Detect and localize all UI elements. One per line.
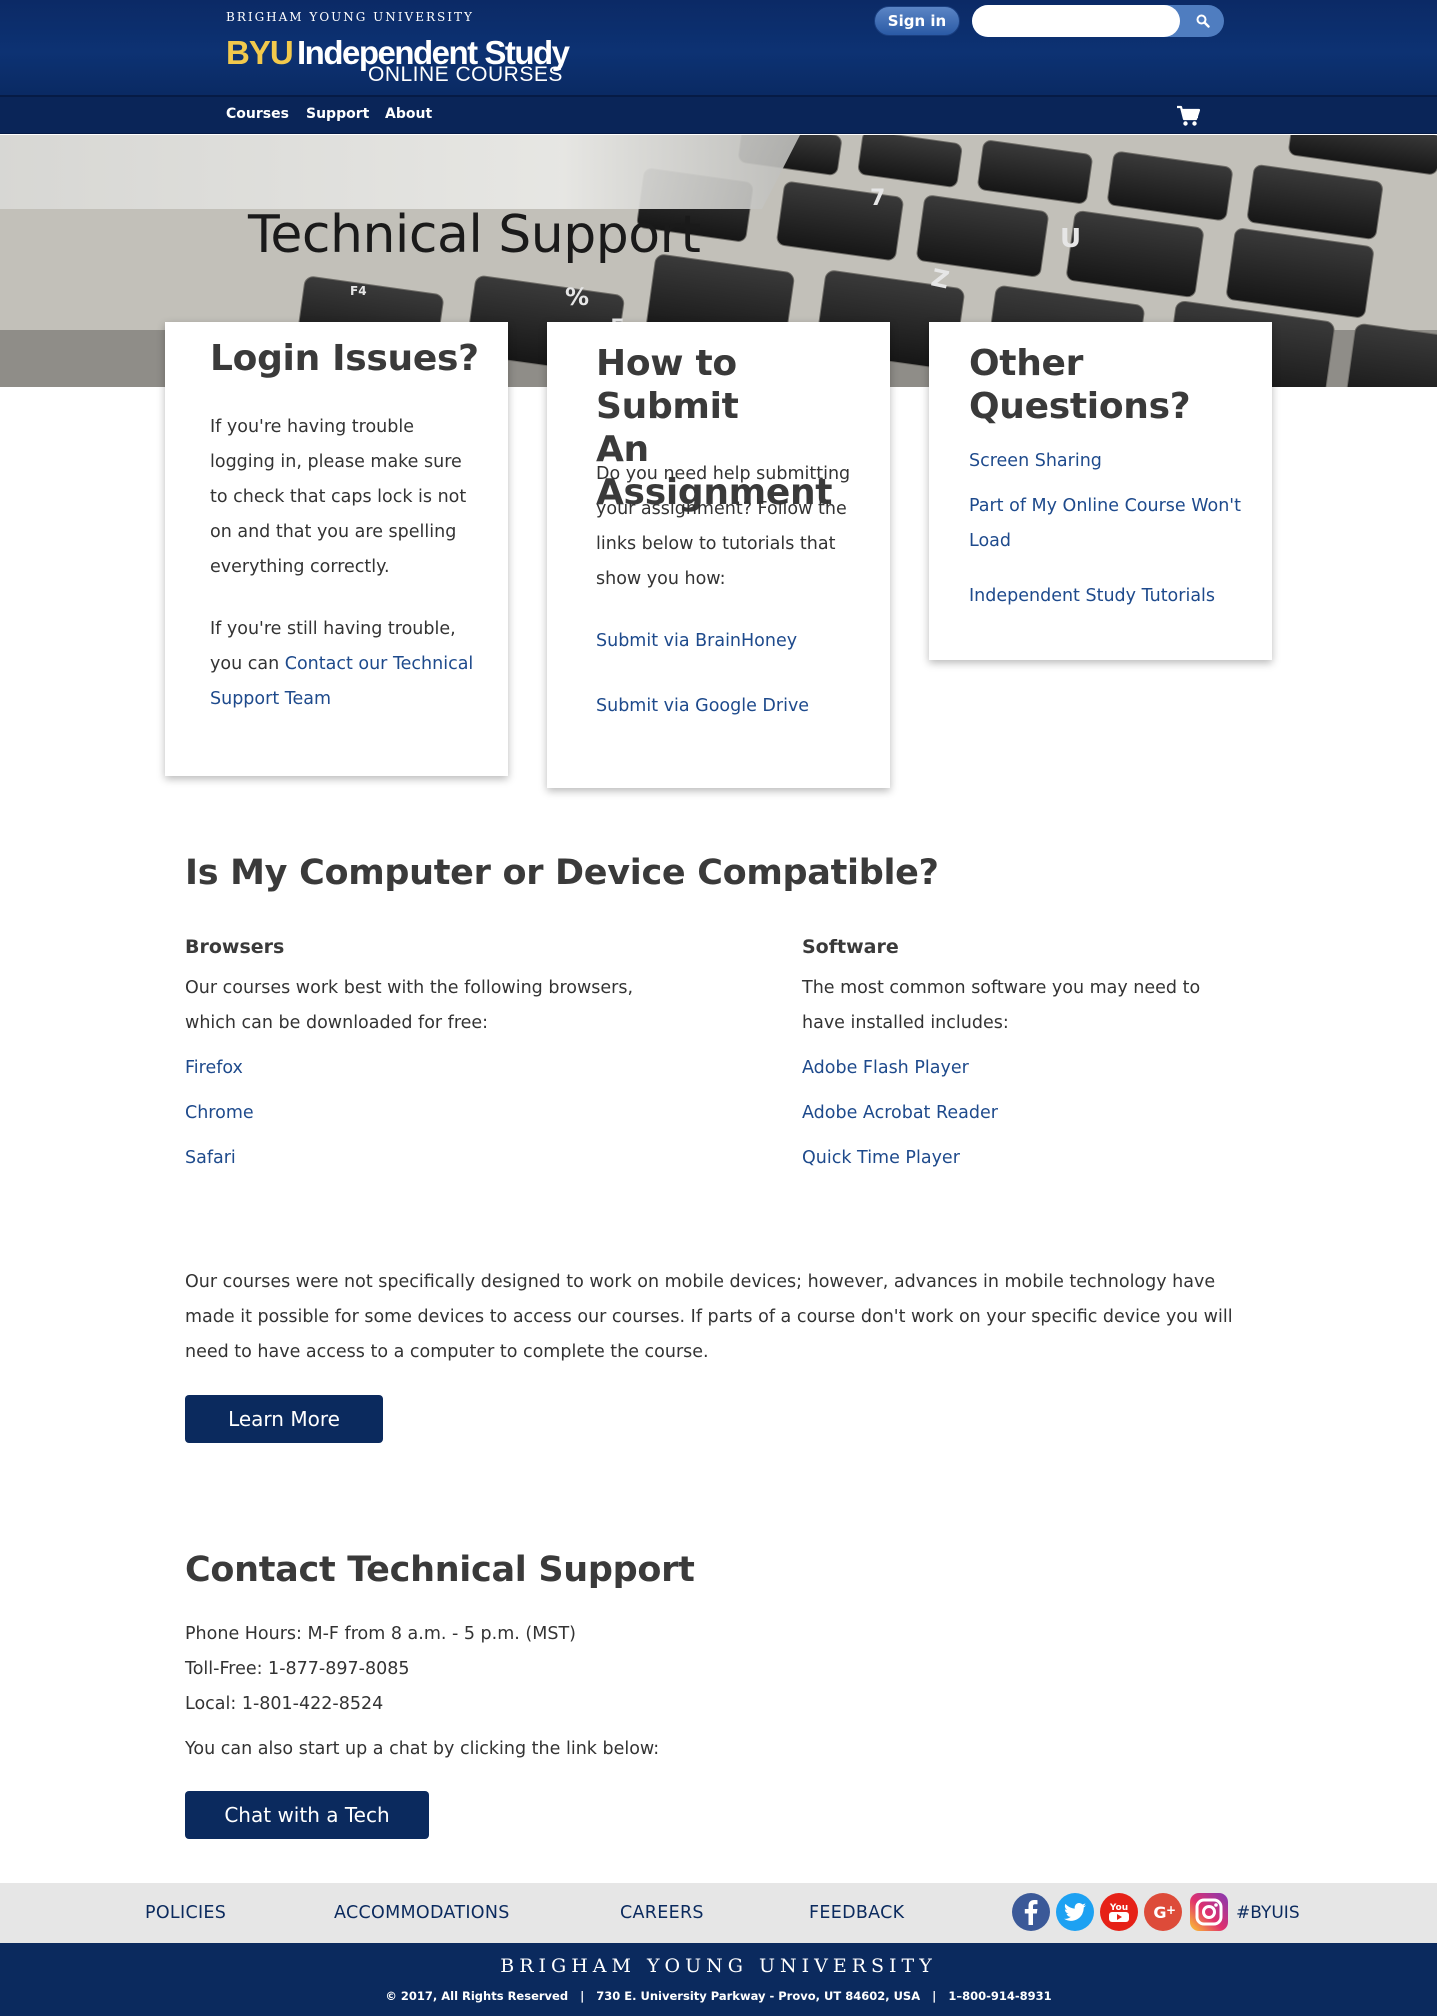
other-card-title-line1: Other	[969, 343, 1084, 384]
cart-button[interactable]	[1176, 105, 1201, 131]
other-card-title-line2: Questions?	[969, 386, 1191, 427]
youtube-icon: You	[1100, 1893, 1138, 1931]
submit-card-text: Do you need help submitting your assignm…	[596, 464, 851, 589]
search-button[interactable]	[1184, 5, 1222, 37]
compatibility-heading: Is My Computer or Device Compatible?	[185, 853, 939, 893]
login-card-title: Login Issues?	[210, 338, 479, 379]
svg-text:You: You	[1109, 1903, 1128, 1913]
toll-free-text: Toll-Free: 1-877-897-8085	[185, 1659, 410, 1679]
footer-accommodations-link[interactable]: ACCOMMODATIONS	[334, 1903, 510, 1923]
twitter-link[interactable]	[1055, 1892, 1095, 1932]
search-bar	[972, 5, 1224, 37]
firefox-link[interactable]: Firefox	[185, 1058, 243, 1078]
software-text: The most common software you may need to…	[802, 978, 1201, 1033]
software-heading: Software	[802, 936, 899, 958]
course-wont-load-link[interactable]: Part of My Online Course Won't Load	[969, 489, 1244, 559]
footer-bottom: BRIGHAM YOUNG UNIVERSITY © 2017, All Rig…	[0, 1943, 1437, 2016]
university-wordmark: BRIGHAM YOUNG UNIVERSITY	[226, 10, 474, 24]
screen-sharing-link[interactable]: Screen Sharing	[969, 444, 1102, 479]
contact-heading: Contact Technical Support	[185, 1550, 695, 1590]
youtube-link[interactable]: You	[1099, 1892, 1139, 1932]
search-icon	[1196, 14, 1210, 28]
sign-in-button[interactable]: Sign in	[874, 6, 960, 36]
google-plus-link[interactable]: G +	[1143, 1892, 1183, 1932]
svg-text:%: %	[565, 283, 589, 311]
google-plus-icon: G +	[1144, 1893, 1182, 1931]
page-title: Technical Support	[248, 205, 701, 265]
svg-text:U: U	[1060, 224, 1081, 254]
login-card-text-2: If you're still having trouble, you can …	[210, 612, 478, 717]
svg-text:7: 7	[870, 186, 885, 211]
other-questions-card: Other Questions? Screen Sharing Part of M…	[929, 322, 1272, 660]
instagram-icon	[1190, 1893, 1228, 1931]
adobe-flash-link[interactable]: Adobe Flash Player	[802, 1058, 969, 1078]
shopping-cart-icon	[1177, 105, 1201, 126]
browsers-text: Our courses work best with the following…	[185, 978, 634, 1033]
chat-with-tech-button[interactable]: Chat with a Tech	[185, 1791, 429, 1839]
nav-about[interactable]: About	[385, 106, 432, 122]
submit-google-drive-link[interactable]: Submit via Google Drive	[596, 689, 809, 724]
nav-courses[interactable]: Courses	[226, 106, 289, 122]
footer-careers-link[interactable]: CAREERS	[620, 1903, 704, 1923]
title-banner-shape	[0, 135, 800, 209]
local-phone-text: Local: 1-801-422-8524	[185, 1694, 384, 1714]
footer-feedback-link[interactable]: FEEDBACK	[809, 1903, 904, 1923]
logo-byu-text: BYU	[226, 34, 294, 71]
footer-policies-link[interactable]: POLICIES	[145, 1903, 226, 1923]
footer-copyright-info: © 2017, All Rights Reserved | 730 E. Uni…	[385, 1989, 1052, 2003]
learn-more-button[interactable]: Learn More	[185, 1395, 383, 1443]
facebook-icon	[1012, 1893, 1050, 1931]
svg-text:F4: F4	[350, 284, 367, 298]
hashtag-text: #BYUIS	[1236, 1903, 1300, 1923]
mobile-devices-text: Our courses were not specifically design…	[185, 1272, 1233, 1362]
submit-assignment-card: How to Submit An Assignment Do you need h…	[547, 322, 890, 788]
chrome-link[interactable]: Chrome	[185, 1103, 254, 1123]
footer-university-wordmark: BRIGHAM YOUNG UNIVERSITY	[500, 1955, 937, 1977]
phone-hours-text: Phone Hours: M-F from 8 a.m. - 5 p.m. (M…	[185, 1624, 576, 1644]
footer-links-bar: POLICIES ACCOMMODATIONS CAREERS FEEDBACK…	[0, 1883, 1437, 1943]
login-issues-card: Login Issues? If you're having trouble l…	[165, 322, 508, 776]
submit-card-title-line1: How to Submit	[596, 343, 739, 427]
chat-prompt-text: You can also start up a chat by clicking…	[185, 1739, 660, 1759]
logo-subtitle-text: ONLINE COURSES	[368, 63, 563, 86]
instagram-link[interactable]	[1189, 1892, 1229, 1932]
browsers-heading: Browsers	[185, 936, 285, 958]
nav-support[interactable]: Support	[306, 106, 369, 122]
other-card-title: Other Questions?	[969, 342, 1239, 428]
main-nav: Courses Support About	[0, 97, 1437, 134]
search-input[interactable]	[972, 5, 1180, 37]
safari-link[interactable]: Safari	[185, 1148, 236, 1168]
adobe-acrobat-link[interactable]: Adobe Acrobat Reader	[802, 1103, 998, 1123]
submit-brainhoney-link[interactable]: Submit via BrainHoney	[596, 624, 797, 659]
svg-text:G: G	[1153, 1903, 1166, 1922]
twitter-icon	[1056, 1893, 1094, 1931]
svg-text:+: +	[1166, 1903, 1176, 1917]
login-card-text: If you're having trouble logging in, ple…	[210, 417, 467, 577]
tutorials-link[interactable]: Independent Study Tutorials	[969, 579, 1215, 614]
quicktime-link[interactable]: Quick Time Player	[802, 1148, 960, 1168]
facebook-link[interactable]	[1011, 1892, 1051, 1932]
site-header: BRIGHAM YOUNG UNIVERSITY BYU Independent…	[0, 0, 1437, 97]
